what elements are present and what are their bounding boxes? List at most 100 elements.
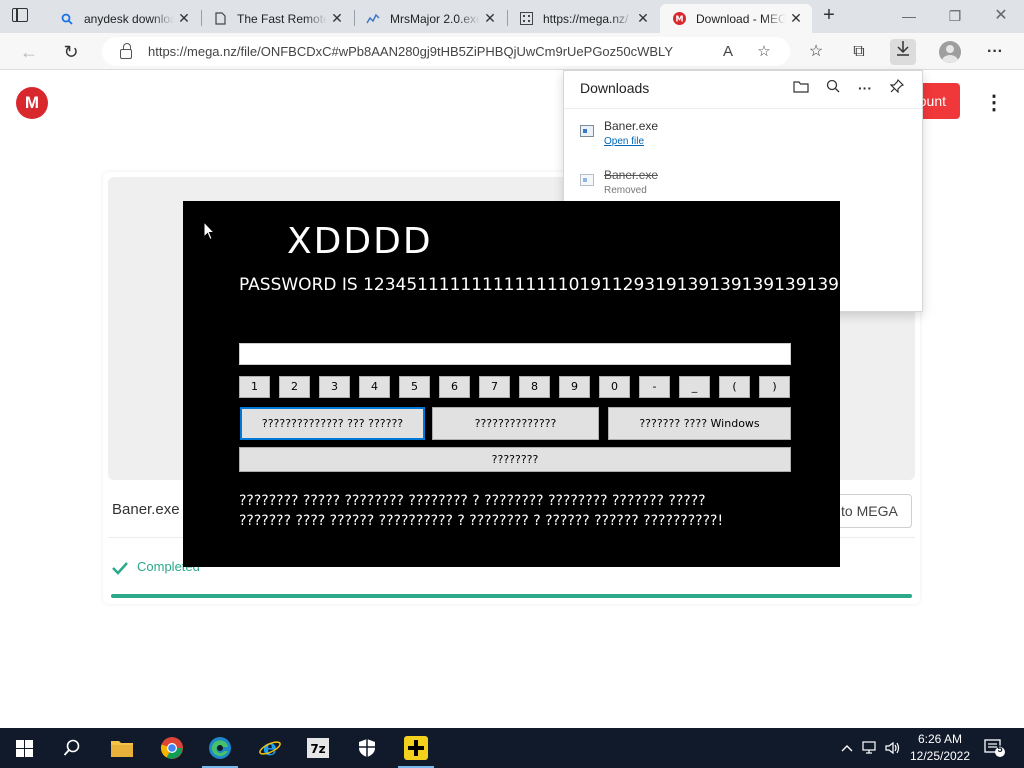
page-icon [213, 12, 227, 26]
unlock-button[interactable]: ?????????????? ??? ?????? [240, 407, 425, 440]
key-button[interactable]: 8 [519, 376, 550, 398]
chart-icon [366, 12, 380, 26]
action-button[interactable]: ?????????????? [432, 407, 599, 440]
downloads-more-icon[interactable]: ··· [854, 77, 876, 99]
security-icon[interactable] [343, 728, 391, 768]
svg-text:7z: 7z [310, 742, 325, 756]
tab-mrsmajor[interactable]: MrsMajor 2.0.exe ✕ [354, 4, 506, 33]
read-aloud-icon[interactable]: A [718, 42, 738, 62]
ransom-message-line: ???????? ????? ???????? ???????? ? ?????… [239, 493, 706, 509]
tab-close-icon[interactable]: ✕ [174, 10, 194, 27]
mega-icon: M [672, 12, 686, 26]
malware-title: XDDDD [287, 221, 433, 262]
tab-anydesk-site[interactable]: The Fast Remote Desktop ✕ [201, 4, 353, 33]
file-name: Baner.exe [112, 501, 180, 518]
close-window-icon[interactable]: ✕ [978, 4, 1024, 28]
favorites-icon[interactable]: ☆ [803, 39, 829, 65]
tab-close-icon[interactable]: ✕ [480, 10, 500, 27]
malware-app-icon[interactable] [392, 728, 440, 768]
search-downloads-icon[interactable] [822, 77, 844, 99]
add-favorite-icon[interactable]: ☆ [754, 42, 774, 62]
key-button[interactable]: 4 [359, 376, 390, 398]
edge-icon[interactable] [196, 728, 244, 768]
mega-logo[interactable]: M [16, 87, 48, 119]
downloads-title: Downloads [580, 80, 650, 96]
new-tab-icon[interactable]: + [818, 4, 840, 26]
tab-anydesk[interactable]: anydesk download ✕ [48, 4, 200, 33]
tab-title: anydesk download [84, 11, 174, 26]
ransom-message: ???????? ????? ???????? ???????? ? ?????… [239, 491, 819, 531]
ransom-message-line: ??????? ???? ?????? ?????????? ? ???????… [239, 513, 724, 529]
open-folder-icon[interactable] [790, 77, 812, 99]
tab-mega-url[interactable]: https://mega.nz/ ✕ [507, 4, 659, 33]
profile-avatar[interactable] [939, 41, 961, 63]
submit-button[interactable]: ???????? [239, 447, 791, 472]
key-button[interactable]: 7 [479, 376, 510, 398]
mega-menu-icon[interactable]: ⋮ [984, 92, 1004, 114]
minimize-icon[interactable]: — [886, 4, 932, 28]
key-button[interactable]: _ [679, 376, 710, 398]
key-button[interactable]: 6 [439, 376, 470, 398]
grid-icon [519, 12, 533, 26]
key-button[interactable]: - [639, 376, 670, 398]
chevron-up-icon[interactable] [837, 728, 857, 768]
tab-close-icon[interactable]: ✕ [633, 10, 653, 27]
notifications-icon[interactable]: 5 [982, 728, 1008, 768]
check-icon [112, 562, 128, 575]
download-status-text: Removed [604, 185, 647, 196]
svg-text:M: M [675, 15, 683, 24]
open-file-link[interactable]: Open file [604, 136, 644, 147]
windows-taskbar: e 7z 6:26 AM 12/25/2022 5 [0, 728, 1024, 768]
clock-time: 6:26 AM [917, 732, 963, 746]
clock-date: 12/25/2022 [909, 749, 971, 763]
download-file-name: Baner.exe [604, 168, 659, 182]
more-menu-icon[interactable]: ··· [982, 39, 1008, 65]
system-clock[interactable]: 6:26 AM 12/25/2022 [905, 731, 975, 765]
pin-icon[interactable] [886, 77, 908, 99]
progress-fill [111, 594, 912, 598]
tab-mega-download[interactable]: M Download - MEGA ✕ [660, 4, 812, 33]
desktop-screen: anydesk download ✕ The Fast Remote Deskt… [0, 0, 1024, 768]
tab-close-icon[interactable]: ✕ [786, 10, 806, 27]
key-button[interactable]: 0 [599, 376, 630, 398]
notification-count: 5 [997, 744, 1003, 754]
browser-tab-bar: anydesk download ✕ The Fast Remote Deskt… [0, 0, 1024, 33]
key-button[interactable]: 9 [559, 376, 590, 398]
key-button[interactable]: 1 [239, 376, 270, 398]
file-explorer-icon[interactable] [98, 728, 146, 768]
key-button[interactable]: ( [719, 376, 750, 398]
browser-toolbar: ← ↻ https://mega.nz/file/ONFBCDxC#wPb8AA… [0, 33, 1024, 70]
address-bar[interactable]: https://mega.nz/file/ONFBCDxC#wPb8AAN280… [102, 37, 790, 66]
7zip-icon[interactable]: 7z [294, 728, 342, 768]
download-progress-bar [111, 594, 912, 598]
tab-actions-icon[interactable] [12, 8, 28, 22]
volume-icon[interactable] [883, 728, 903, 768]
password-input[interactable] [239, 343, 791, 365]
start-icon[interactable] [0, 728, 48, 768]
exe-file-icon [580, 174, 594, 186]
key-button[interactable]: 5 [399, 376, 430, 398]
lock-icon [120, 42, 132, 59]
back-icon[interactable]: ← [16, 39, 42, 65]
collections-icon[interactable]: ⧉ [846, 39, 872, 65]
key-button[interactable]: ) [759, 376, 790, 398]
download-item[interactable]: Baner.exe Open file [580, 119, 900, 159]
windows-button[interactable]: ??????? ???? Windows [608, 407, 791, 440]
tab-title: https://mega.nz/ [543, 11, 629, 26]
key-button[interactable]: 2 [279, 376, 310, 398]
divider [564, 108, 922, 109]
refresh-icon[interactable]: ↻ [58, 39, 84, 65]
search-icon[interactable] [48, 728, 96, 768]
key-button[interactable]: 3 [319, 376, 350, 398]
network-icon[interactable] [860, 728, 880, 768]
tab-close-icon[interactable]: ✕ [327, 10, 347, 27]
malware-window: XDDDD PASSWORD IS 1234511111111111111019… [183, 201, 840, 567]
downloads-icon[interactable] [890, 39, 916, 65]
tab-title: Download - MEGA [696, 11, 786, 26]
restore-icon[interactable]: ❐ [932, 4, 978, 28]
url-text[interactable]: https://mega.nz/file/ONFBCDxC#wPb8AAN280… [148, 44, 708, 59]
chrome-icon[interactable] [148, 728, 196, 768]
download-file-name: Baner.exe [604, 119, 659, 133]
mouse-cursor-icon [203, 221, 215, 241]
ie-icon[interactable]: e [246, 728, 294, 768]
